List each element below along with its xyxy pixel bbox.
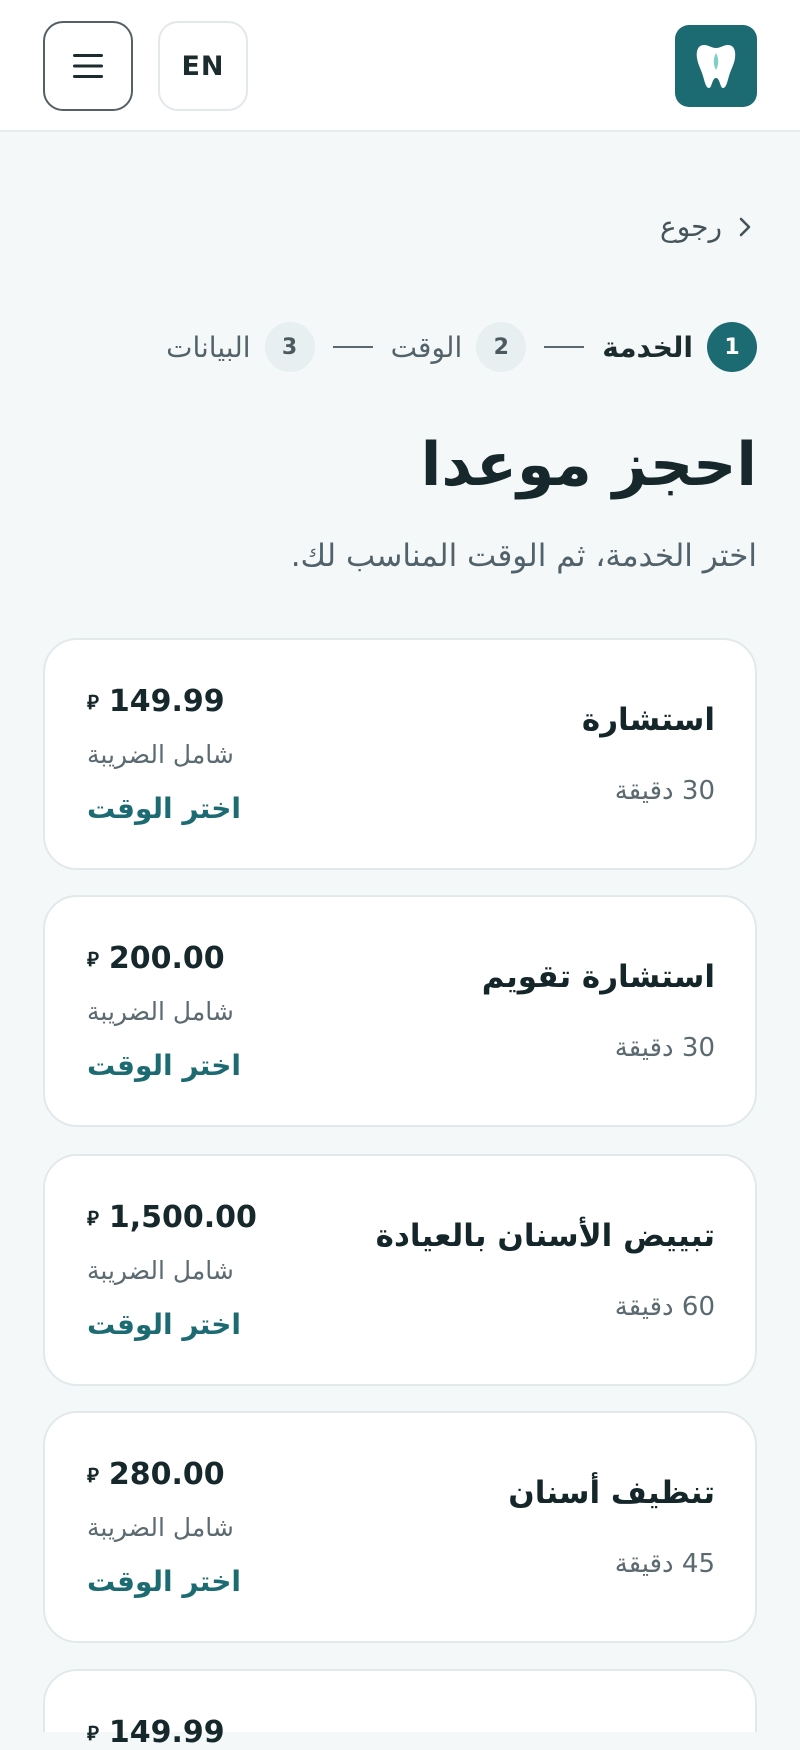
price-value: 1,500.00 [108,1200,257,1235]
step-number: 2 [476,322,527,372]
service-price: ⃁ 200.00 [87,941,225,976]
tooth-icon [696,45,736,88]
service-card[interactable]: تبييض الأسنان بالعيادة 60 دقيقة ⃁ 1,500.… [43,1154,757,1386]
page-subtitle: اختر الخدمة، ثم الوقت المناسب لك. [290,538,757,574]
price-value: 149.99 [108,1715,225,1750]
price-value: 280.00 [108,1457,225,1492]
service-name: استشارة [581,702,715,738]
tax-note: شامل الضريبة [87,1513,234,1542]
service-duration: 45 دقيقة [614,1549,715,1579]
service-card[interactable]: استشارة تقويم 30 دقيقة ⃁ 200.00 شامل الض… [43,895,757,1127]
price-value: 200.00 [108,941,225,976]
service-name: تنظيف أسنان [508,1475,715,1511]
step-label: الوقت [390,330,463,364]
step-number: 3 [264,322,315,372]
service-name: استشارة تقويم [481,959,715,995]
step-number: 1 [707,322,757,372]
chevron-right-icon [739,217,751,236]
page-title: احجز موعدا [420,430,757,500]
clinic-logo[interactable] [675,25,757,107]
service-duration: 30 دقيقة [614,1033,715,1063]
step-label: الخدمة [602,330,693,364]
service-price: ⃁ 149.99 [87,684,225,719]
tax-note: شامل الضريبة [87,1256,234,1285]
language-toggle-button[interactable]: EN [158,21,248,111]
choose-time-link[interactable]: اختر الوقت [87,1565,241,1598]
service-price: ⃁ 280.00 [87,1457,225,1492]
service-name: تبييض الأسنان بالعيادة [375,1218,715,1254]
riyal-currency-icon: ⃁ [87,1462,99,1487]
back-label: رجوع [659,210,722,243]
riyal-currency-icon: ⃁ [87,689,99,714]
service-price: ⃁ 1,500.00 [87,1200,257,1235]
riyal-currency-icon: ⃁ [87,946,99,971]
menu-button[interactable] [43,21,133,111]
hamburger-menu-icon [73,54,103,78]
service-price: ⃁ 149.99 [87,1715,225,1750]
step-divider [544,346,585,348]
step-label: البيانات [166,330,251,364]
service-card[interactable]: ⃁ 149.99 [43,1669,757,1750]
tax-note: شامل الضريبة [87,997,234,1026]
booking-steps: 1 الخدمة 2 الوقت 3 البيانات [166,322,757,372]
back-link[interactable]: رجوع [660,210,752,243]
choose-time-link[interactable]: اختر الوقت [87,792,241,825]
choose-time-link[interactable]: اختر الوقت [87,1308,241,1341]
service-card[interactable]: تنظيف أسنان 45 دقيقة ⃁ 280.00 شامل الضري… [43,1411,757,1643]
service-duration: 30 دقيقة [614,776,715,806]
tax-note: شامل الضريبة [87,740,234,769]
service-duration: 60 دقيقة [614,1292,715,1322]
step-service: 1 الخدمة [602,322,757,372]
step-divider [332,346,373,348]
riyal-currency-icon: ⃁ [87,1720,99,1745]
top-header: EN [0,0,800,132]
service-card[interactable]: استشارة 30 دقيقة ⃁ 149.99 شامل الضريبة ا… [43,638,757,870]
price-value: 149.99 [108,684,225,719]
riyal-currency-icon: ⃁ [87,1205,99,1230]
step-details: 3 البيانات [166,322,315,372]
step-time: 2 الوقت [391,322,527,372]
choose-time-link[interactable]: اختر الوقت [87,1049,241,1082]
